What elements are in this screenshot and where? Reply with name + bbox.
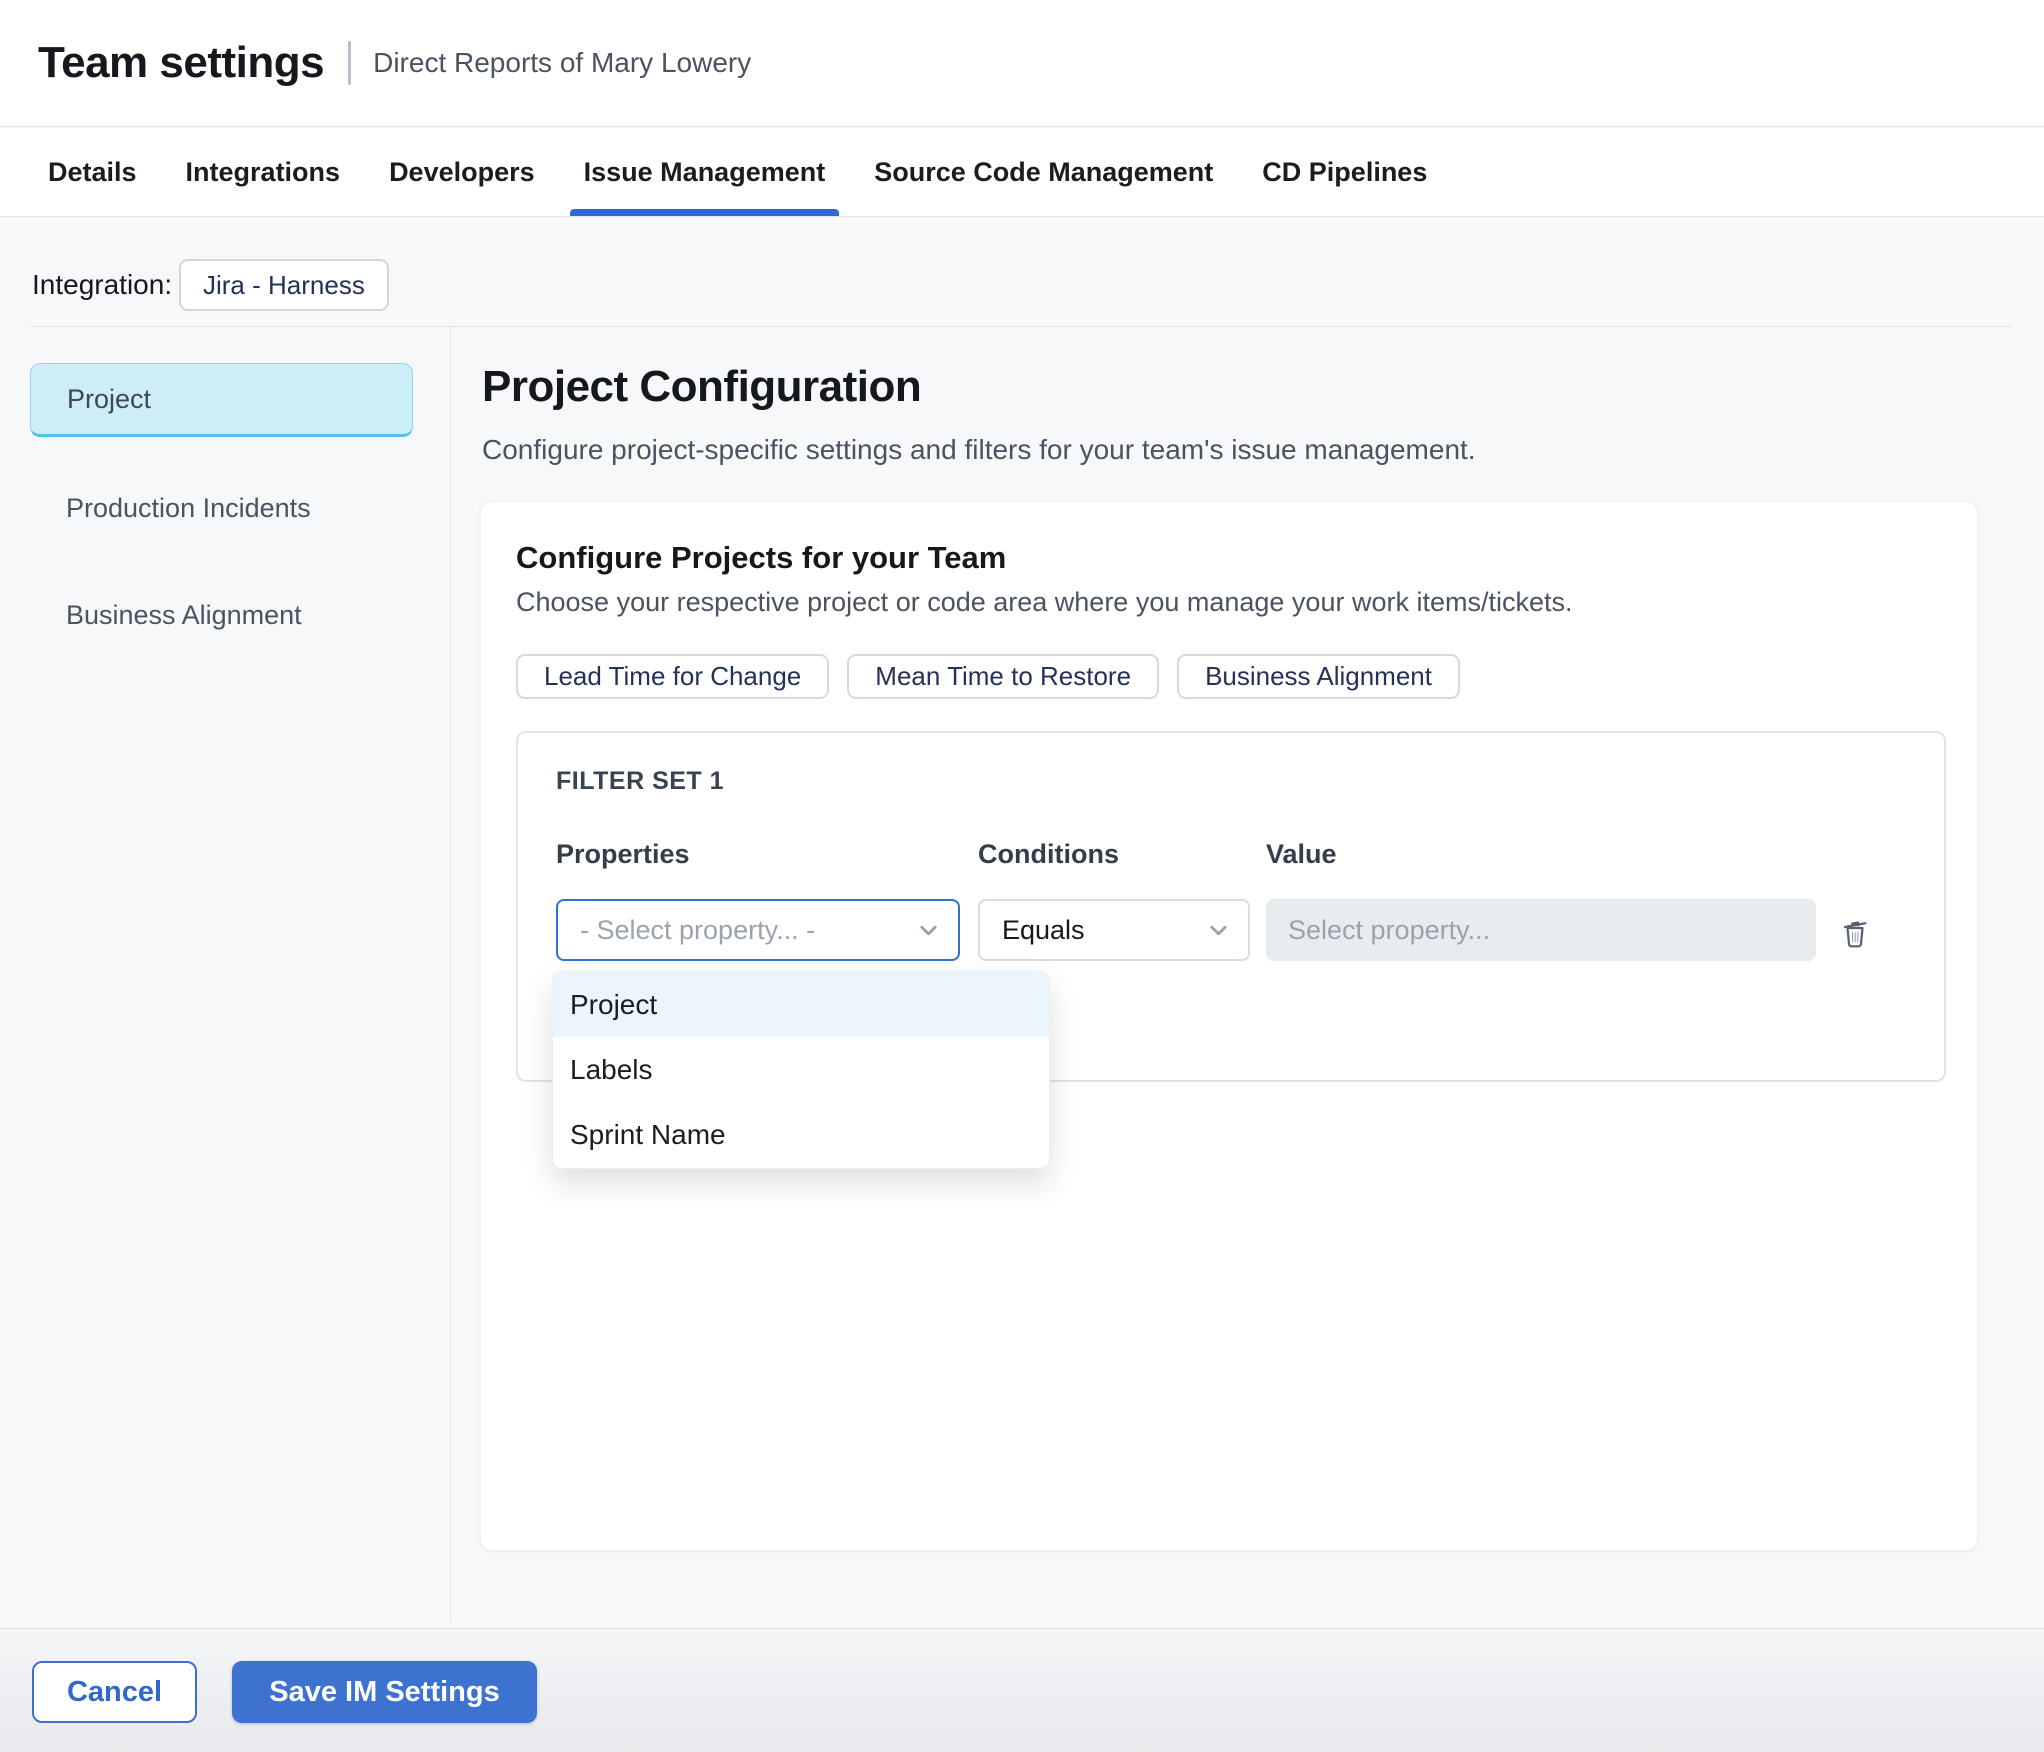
conditions-select[interactable]: Equals (978, 899, 1250, 961)
tab-issue-management[interactable]: Issue Management (569, 128, 839, 216)
metric-tab-mean-time-to-restore[interactable]: Mean Time to Restore (847, 654, 1160, 699)
save-im-settings-button[interactable]: Save IM Settings (232, 1661, 537, 1723)
value-input[interactable] (1266, 899, 1816, 961)
metric-tab-business-alignment[interactable]: Business Alignment (1177, 654, 1460, 699)
cancel-button[interactable]: Cancel (32, 1661, 197, 1723)
card-description: Choose your respective project or code a… (516, 587, 1573, 617)
chevron-down-icon (920, 925, 937, 935)
dropdown-option-sprint-name[interactable]: Sprint Name (553, 1102, 1049, 1167)
sidebar-main-divider (450, 327, 451, 1623)
dropdown-option-project[interactable]: Project (553, 972, 1049, 1037)
page-header: Team settings Direct Reports of Mary Low… (0, 0, 2044, 127)
value-input-wrap (1266, 899, 1816, 961)
trash-icon (1843, 921, 1867, 948)
metric-tab-lead-time-for-change[interactable]: Lead Time for Change (516, 654, 830, 699)
tab-developers[interactable]: Developers (389, 128, 535, 216)
page-title: Team settings (38, 38, 325, 87)
conditions-column-label: Conditions (978, 839, 1119, 869)
properties-select[interactable]: - Select property... - (556, 899, 960, 961)
dropdown-option-labels[interactable]: Labels (553, 1037, 1049, 1102)
section-title: Project Configuration (482, 362, 922, 411)
section-description: Configure project-specific settings and … (482, 434, 1476, 465)
sidebar-item-production-incidents[interactable]: Production Incidents (30, 475, 413, 541)
team-settings-page: Team settings Direct Reports of Mary Low… (0, 0, 2044, 1752)
tab-integrations[interactable]: Integrations (186, 128, 341, 216)
tab-details[interactable]: Details (48, 128, 137, 216)
delete-filter-button[interactable] (1838, 915, 1872, 949)
page-subtitle: Direct Reports of Mary Lowery (373, 47, 752, 78)
tab-bar: Details Integrations Developers Issue Ma… (0, 128, 2044, 217)
footer-action-bar: Cancel Save IM Settings (0, 1628, 2044, 1752)
card-title: Configure Projects for your Team (516, 540, 1007, 575)
filter-set-title: FILTER SET 1 (556, 767, 725, 795)
conditions-select-value: Equals (1002, 914, 1085, 945)
chevron-down-icon (1210, 925, 1227, 935)
metric-tab-row: Lead Time for Change Mean Time to Restor… (516, 654, 1460, 699)
tab-source-code-management[interactable]: Source Code Management (874, 128, 1213, 216)
property-dropdown-menu: Project Labels Sprint Name (552, 971, 1050, 1169)
value-column-label: Value (1266, 839, 1337, 869)
properties-column-label: Properties (556, 839, 690, 869)
properties-select-placeholder: - Select property... - (580, 914, 816, 945)
integration-chip[interactable]: Jira - Harness (179, 259, 389, 311)
integration-label: Integration: (32, 269, 173, 300)
sidebar-item-project[interactable]: Project (30, 363, 413, 437)
integration-divider (30, 326, 2012, 327)
title-separator (348, 41, 352, 85)
sidebar-item-business-alignment[interactable]: Business Alignment (30, 582, 413, 648)
tab-cd-pipelines[interactable]: CD Pipelines (1262, 128, 1427, 216)
